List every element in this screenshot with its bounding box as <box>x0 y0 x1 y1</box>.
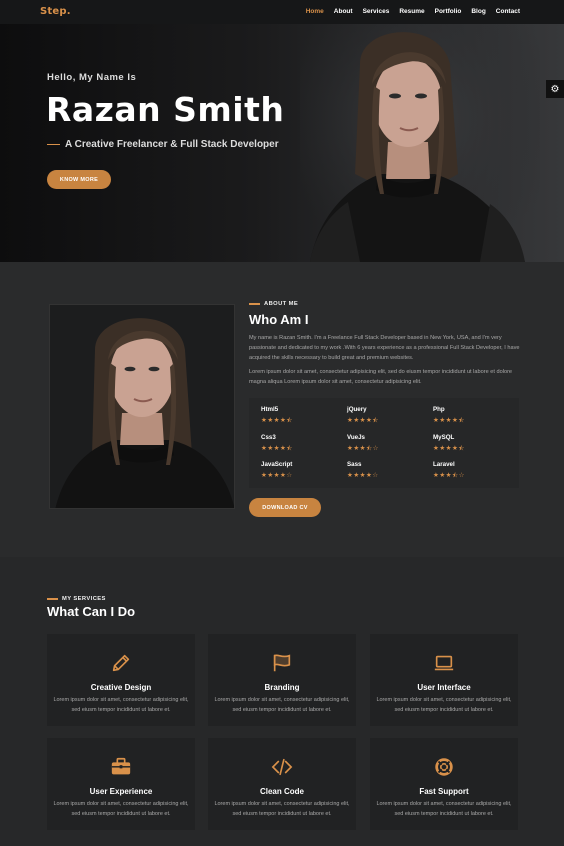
pencil-icon <box>47 652 195 674</box>
service-text: Lorem ipsum dolor sit amet, consectetur … <box>214 801 350 817</box>
star-rating: ★★★★⯪ <box>261 416 293 424</box>
skill-name: Sass <box>347 461 362 468</box>
gear-icon[interactable]: ⚙ <box>546 80 564 98</box>
nav-item-blog[interactable]: Blog <box>471 8 485 15</box>
star-rating: ★★★★⯪ <box>261 444 293 452</box>
nav-item-contact[interactable]: Contact <box>496 8 520 15</box>
skill-item: Sass ★★★★☆ <box>347 461 417 479</box>
star-rating: ★★★⯪☆ <box>433 471 465 479</box>
star-rating: ★★★★☆ <box>347 471 379 479</box>
service-text: Lorem ipsum dolor sit amet, consectetur … <box>376 801 512 817</box>
skill-name: Laravel <box>433 461 455 468</box>
service-title: User Interface <box>417 683 471 692</box>
skill-name: jQuery <box>347 406 367 413</box>
service-text: Lorem ipsum dolor sit amet, consectetur … <box>214 697 350 713</box>
nav-item-portfolio[interactable]: Portfolio <box>435 8 462 15</box>
hero-greeting: Hello, My Name Is <box>47 72 137 83</box>
hero-name: Razan Smith <box>46 90 285 129</box>
about-paragraph-1: My name is Razan Smith. I'm a Freelance … <box>249 335 520 361</box>
nav-item-resume[interactable]: Resume <box>399 8 424 15</box>
lifebuoy-icon <box>370 756 518 778</box>
star-rating: ★★★★⯪ <box>347 416 379 424</box>
accent-line <box>47 598 58 600</box>
service-text: Lorem ipsum dolor sit amet, consectetur … <box>53 697 189 713</box>
skill-name: Html5 <box>261 406 279 413</box>
hero-subtitle: A Creative Freelancer & Full Stack Devel… <box>47 139 279 150</box>
star-rating: ★★★⯪☆ <box>347 444 379 452</box>
know-more-button[interactable]: KNOW MORE <box>47 170 111 189</box>
accent-line <box>249 303 260 305</box>
skill-item: Laravel ★★★⯪☆ <box>433 461 503 482</box>
skill-item: Css3 ★★★★⯪ <box>261 434 331 455</box>
skill-item: Html5 ★★★★⯪ <box>261 406 331 427</box>
skill-name: Css3 <box>261 434 276 441</box>
about-eyebrow: ABOUT ME <box>249 301 298 307</box>
about-portrait <box>49 304 235 509</box>
star-rating: ★★★★⯪ <box>433 416 465 424</box>
service-card-clean-code[interactable]: Clean Code Lorem ipsum dolor sit amet, c… <box>208 738 356 830</box>
services-section: MY SERVICES What Can I Do Creative Desig… <box>0 557 564 846</box>
service-title: Fast Support <box>419 787 469 796</box>
about-eyebrow-text: ABOUT ME <box>264 301 299 307</box>
services-title: What Can I Do <box>47 604 136 619</box>
service-text: Lorem ipsum dolor sit amet, consectetur … <box>53 801 189 817</box>
hero-subtitle-text: A Creative Freelancer & Full Stack Devel… <box>65 139 279 150</box>
skills-panel: Html5 ★★★★⯪ jQuery ★★★★⯪ Php ★★★★⯪ Css3 … <box>249 398 519 488</box>
star-rating: ★★★★☆ <box>261 471 293 479</box>
code-icon <box>208 756 356 778</box>
about-section: ABOUT ME Who Am I My name is Razan Smith… <box>0 262 564 557</box>
service-title: User Experience <box>89 787 153 796</box>
service-title: Creative Design <box>90 683 152 692</box>
hero-portrait <box>300 24 540 262</box>
service-card-branding[interactable]: Branding Lorem ipsum dolor sit amet, con… <box>208 634 356 726</box>
skill-name: Php <box>433 406 445 413</box>
nav-menu: Home About Services Resume Portfolio Blo… <box>296 8 520 15</box>
service-text: Lorem ipsum dolor sit amet, consectetur … <box>376 697 512 713</box>
skill-item: MySQL ★★★★⯪ <box>433 434 503 455</box>
skill-name: MySQL <box>433 434 455 441</box>
download-cv-button[interactable]: DOWNLOAD CV <box>249 498 321 517</box>
skill-name: VueJs <box>347 434 366 441</box>
service-title: Branding <box>264 683 300 692</box>
laptop-icon <box>370 652 518 674</box>
skill-item: jQuery ★★★★⯪ <box>347 406 417 427</box>
briefcase-icon <box>47 756 195 778</box>
skill-item: JavaScript ★★★★☆ <box>261 461 331 479</box>
skill-item: Php ★★★★⯪ <box>433 406 503 427</box>
about-paragraph-2: Lorem ipsum dolor sit amet, consectetur … <box>249 369 513 385</box>
service-card-user-interface[interactable]: User Interface Lorem ipsum dolor sit ame… <box>370 634 518 726</box>
skill-name: JavaScript <box>261 461 293 468</box>
service-title: Clean Code <box>259 787 304 796</box>
services-eyebrow-text: MY SERVICES <box>62 596 106 602</box>
services-eyebrow: MY SERVICES <box>47 596 106 602</box>
accent-line <box>47 143 60 146</box>
about-title: Who Am I <box>249 312 309 327</box>
service-card-fast-support[interactable]: Fast Support Lorem ipsum dolor sit amet,… <box>370 738 518 830</box>
service-card-creative-design[interactable]: Creative Design Lorem ipsum dolor sit am… <box>47 634 195 726</box>
skill-item: VueJs ★★★⯪☆ <box>347 434 417 455</box>
flag-icon <box>208 652 356 674</box>
logo[interactable]: Step. <box>40 6 71 17</box>
star-rating: ★★★★⯪ <box>433 444 465 452</box>
nav-item-home[interactable]: Home <box>306 8 324 15</box>
hero-section: Hello, My Name Is Razan Smith A Creative… <box>0 24 564 262</box>
portrait-image <box>50 305 234 508</box>
navbar: Step. Home About Services Resume Portfol… <box>0 0 564 24</box>
service-card-user-experience[interactable]: User Experience Lorem ipsum dolor sit am… <box>47 738 195 830</box>
nav-item-services[interactable]: Services <box>363 8 390 15</box>
nav-item-about[interactable]: About <box>334 8 353 15</box>
